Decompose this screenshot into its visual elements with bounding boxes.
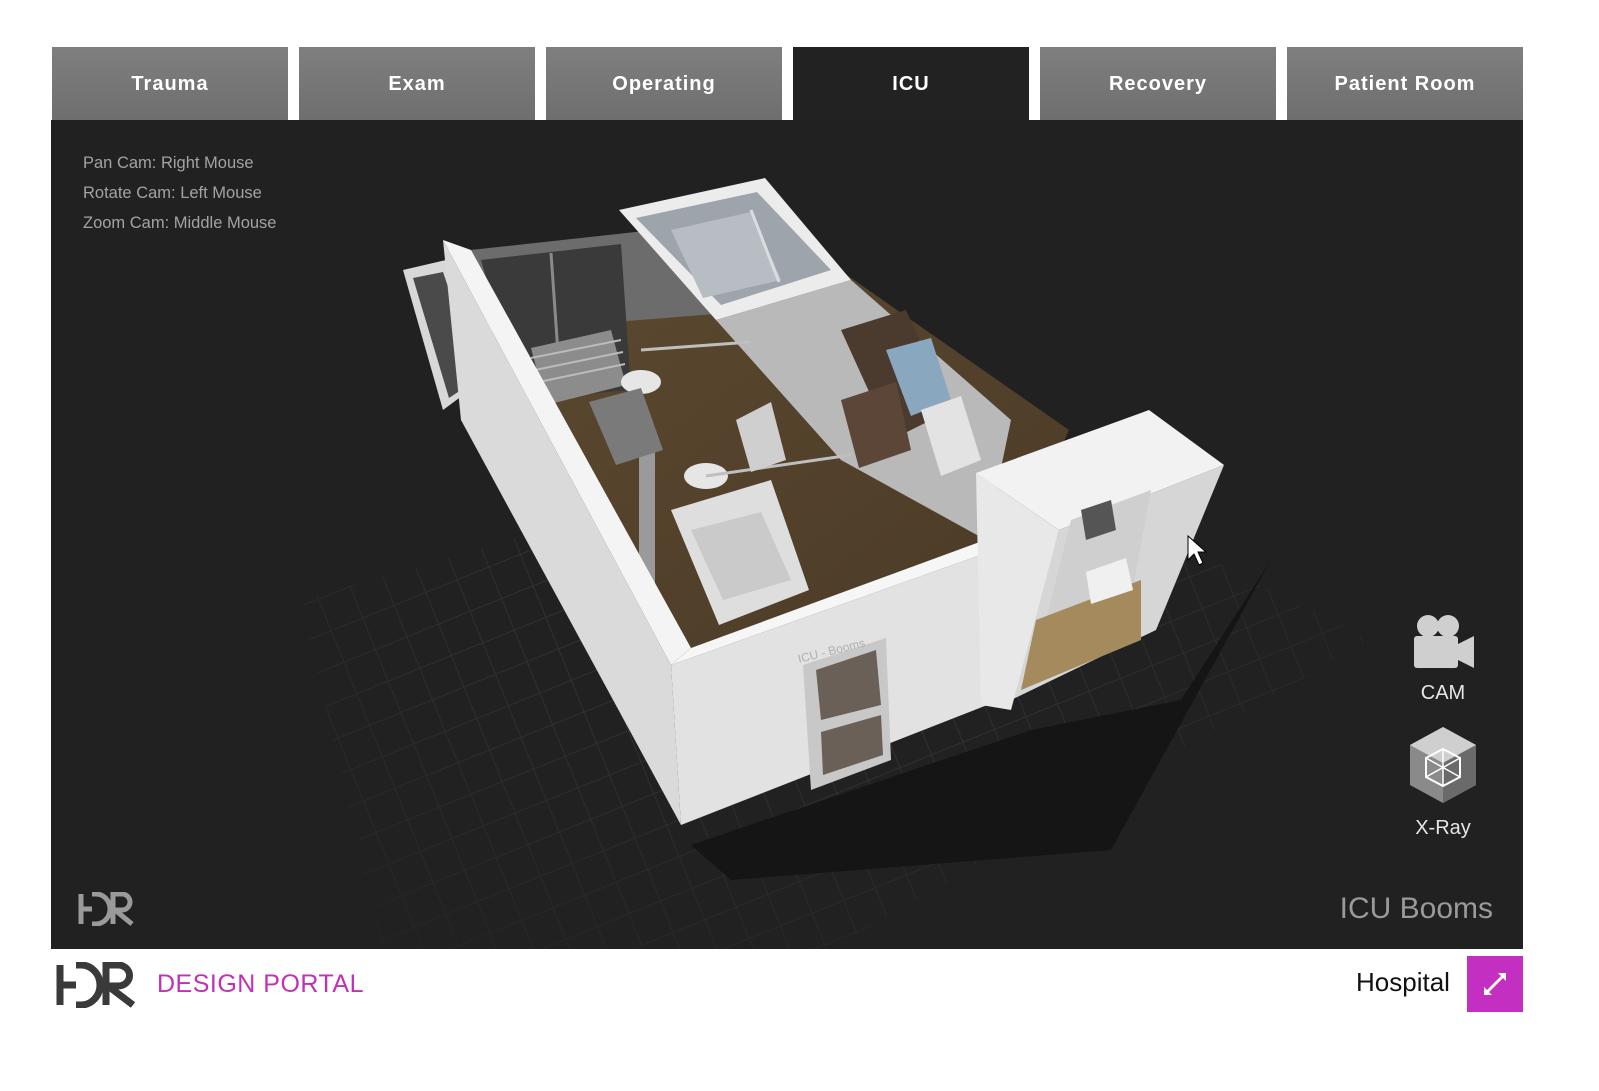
tab-operating[interactable]: Operating	[546, 47, 782, 121]
room-title: ICU Booms	[1339, 892, 1493, 925]
xray-button[interactable]: X-Ray	[1398, 725, 1488, 840]
hdr-logo	[78, 892, 134, 926]
room-tabs: Trauma Exam Operating ICU Recovery Patie…	[52, 47, 1523, 121]
room-model-scene[interactable]: ICU - Booms	[51, 120, 1523, 949]
tab-trauma[interactable]: Trauma	[52, 47, 288, 121]
tab-exam[interactable]: Exam	[299, 47, 535, 121]
design-portal-label: DESIGN PORTAL	[157, 970, 365, 998]
tab-patient-room[interactable]: Patient Room	[1287, 47, 1523, 121]
fullscreen-button[interactable]	[1467, 956, 1523, 1012]
help-pan: Pan Cam: Right Mouse	[83, 154, 254, 172]
help-rotate: Rotate Cam: Left Mouse	[83, 184, 262, 202]
xray-label: X-Ray	[1415, 817, 1471, 839]
movie-camera-icon	[1414, 615, 1474, 668]
tab-icu[interactable]: ICU	[793, 47, 1029, 121]
xray-cube-icon	[1410, 727, 1476, 803]
tab-recovery[interactable]: Recovery	[1040, 47, 1276, 121]
expand-arrows-icon	[1484, 973, 1506, 995]
help-zoom: Zoom Cam: Middle Mouse	[83, 214, 277, 232]
3d-viewport[interactable]: ICU - Booms Pan Cam: Right Mouse Rotate …	[51, 120, 1523, 949]
cam-button[interactable]: CAM	[1398, 612, 1488, 705]
category-label: Hospital	[1356, 967, 1450, 997]
camera-help: Pan Cam: Right Mouse Rotate Cam: Left Mo…	[83, 148, 276, 238]
cam-label: CAM	[1420, 682, 1466, 704]
hdr-logo	[56, 962, 136, 1008]
